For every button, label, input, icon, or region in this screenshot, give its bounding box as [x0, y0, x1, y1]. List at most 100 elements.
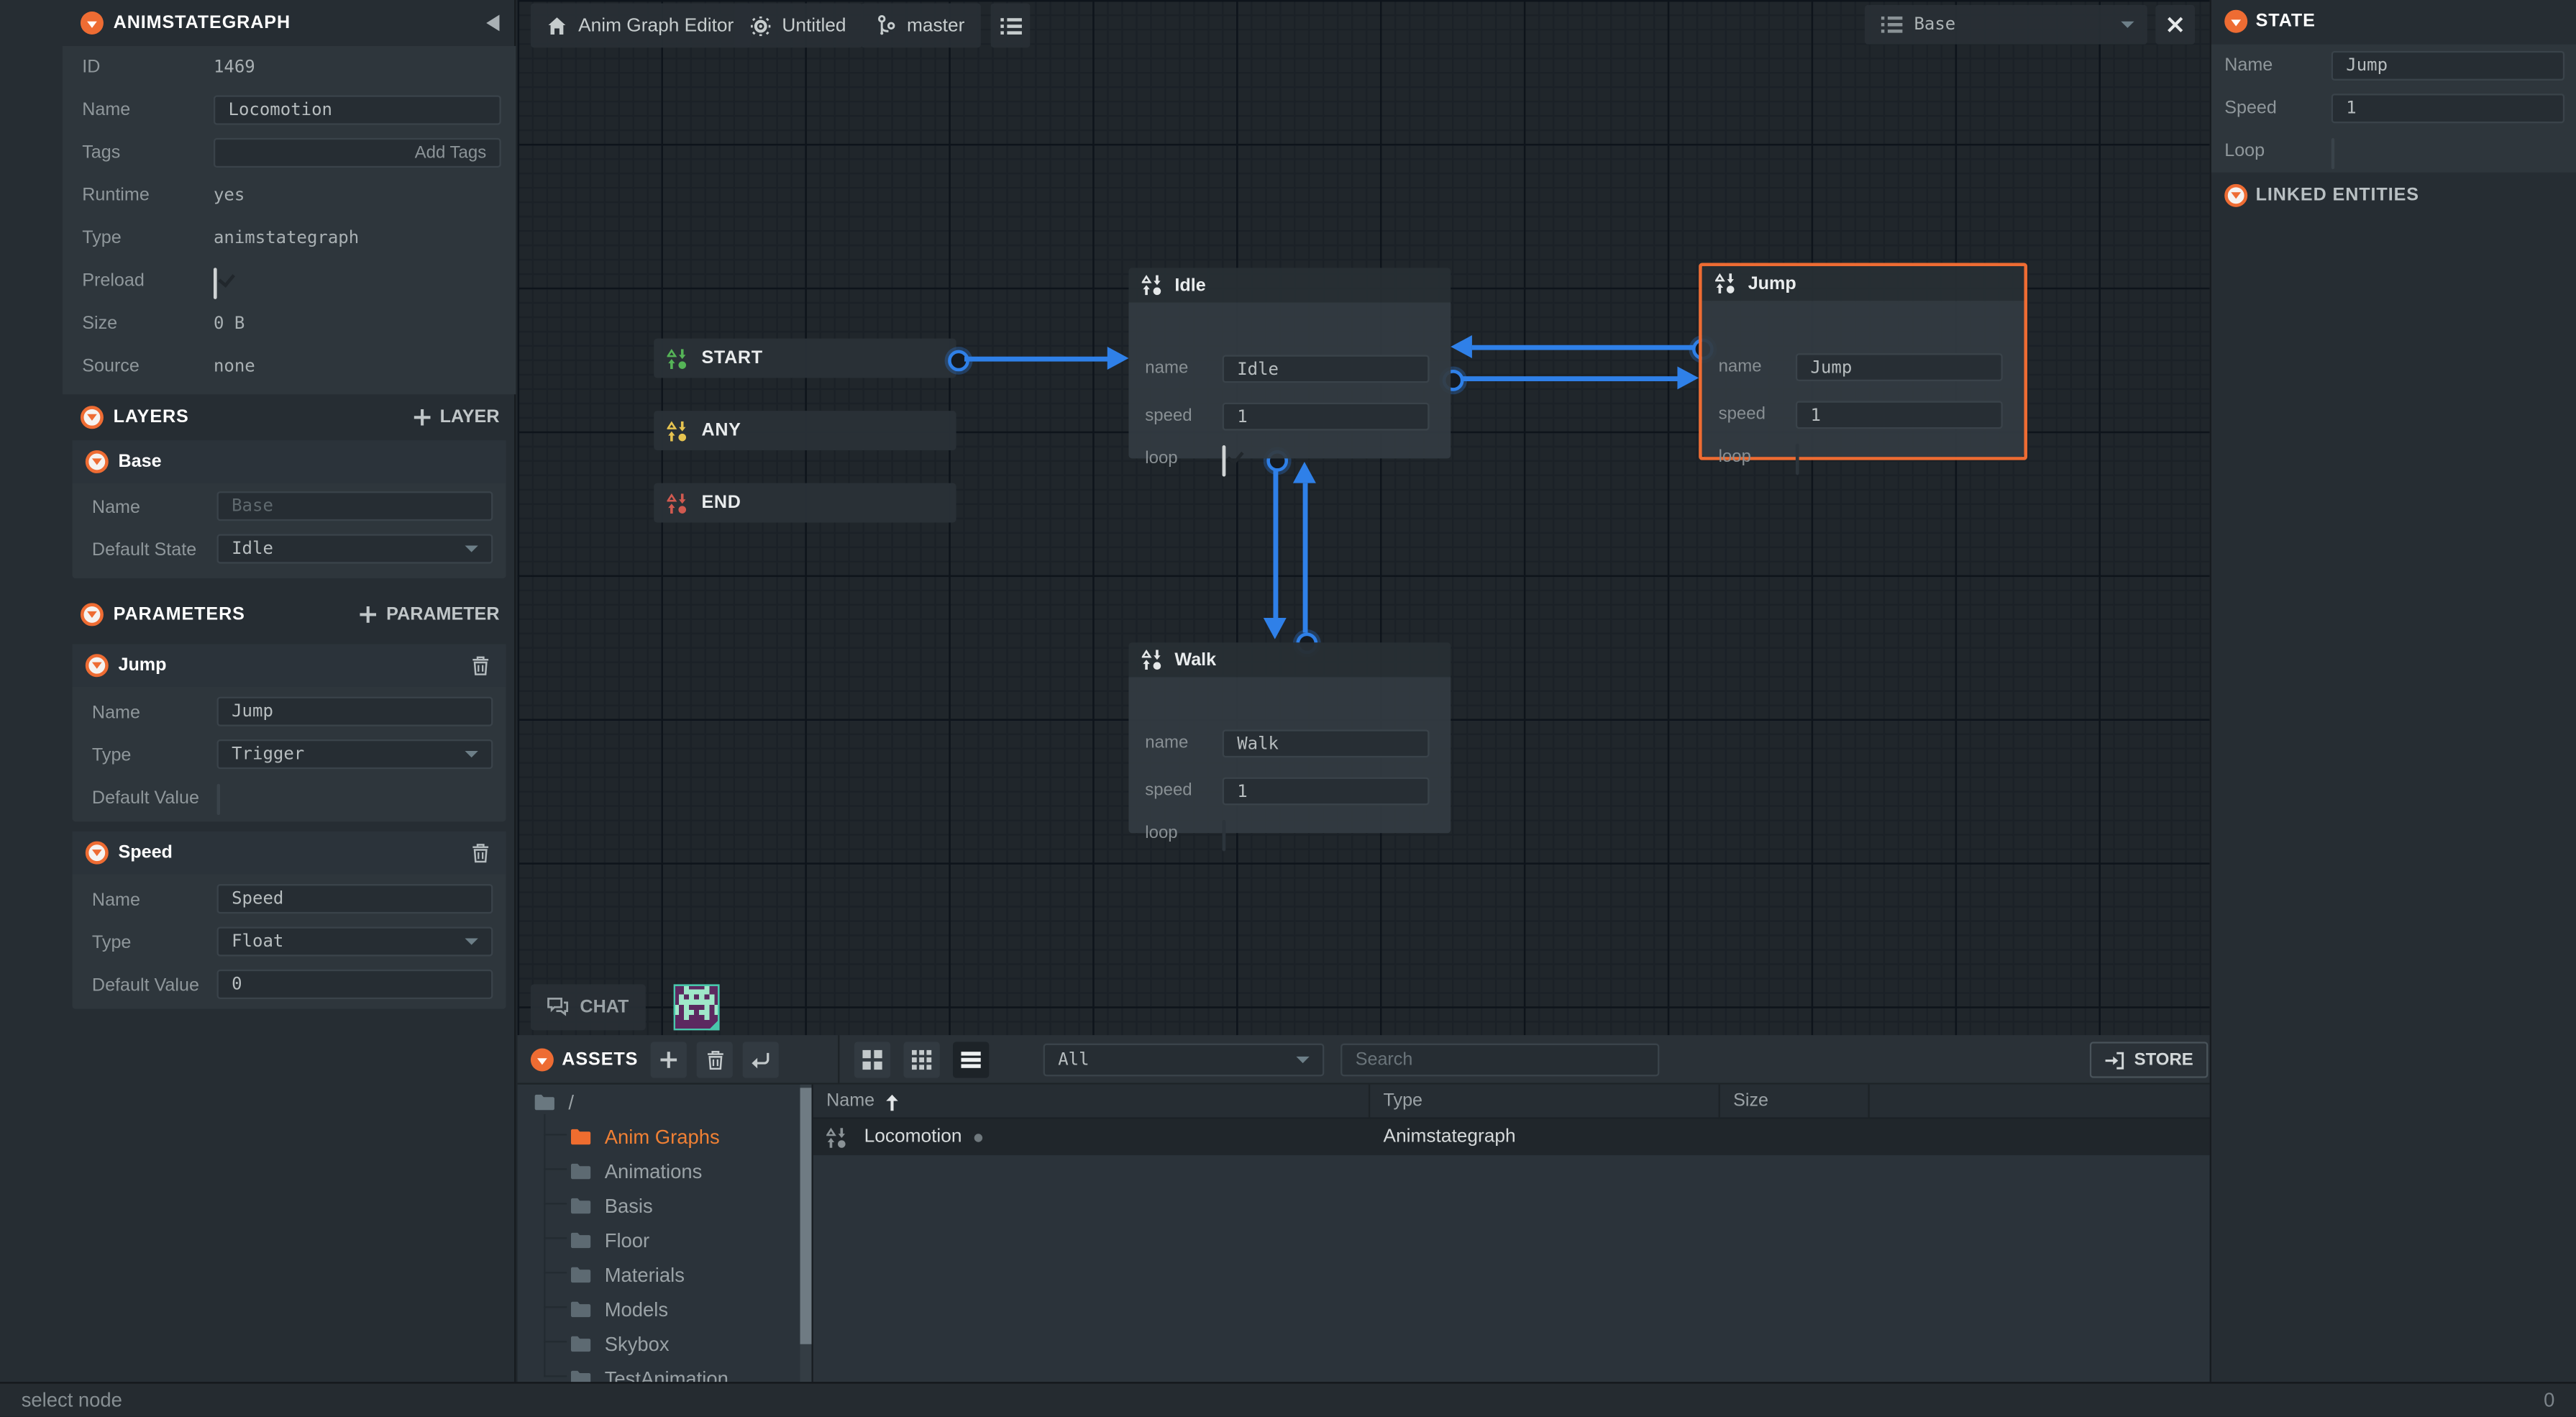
node-walk-name-input[interactable]: Walk — [1223, 729, 1430, 757]
tags-input[interactable]: Add Tags — [214, 138, 501, 168]
tree-item-skybox[interactable]: Skybox — [518, 1326, 800, 1361]
param-jump-type-select[interactable]: Trigger — [217, 739, 493, 769]
folder-icon — [570, 1300, 592, 1318]
view-list-button[interactable] — [953, 1042, 989, 1077]
column-name[interactable]: Name — [826, 1085, 899, 1119]
state-speed-input[interactable]: 1 — [2331, 94, 2564, 123]
node-idle-loop-checkbox[interactable] — [1223, 445, 1226, 476]
delete-parameter-icon[interactable] — [472, 843, 490, 862]
parameter-speed-header[interactable]: Speed — [73, 831, 506, 874]
state-fields: Name Jump Speed 1 Loop — [2211, 45, 2576, 173]
list-view-icon — [961, 1052, 980, 1068]
state-node-idle[interactable]: Idle name Idle speed 1 loop — [1128, 268, 1451, 458]
collapse-circle-icon[interactable] — [81, 12, 104, 35]
view-large-grid-button[interactable] — [854, 1042, 890, 1077]
gear-icon — [751, 16, 770, 35]
layer-name-input[interactable]: Base — [217, 491, 493, 521]
parameters-collapse-icon[interactable] — [81, 603, 104, 626]
parameter-jump-panel: Jump Name Jump Type Trigger Default Valu… — [73, 644, 506, 822]
param-type-label: Type — [92, 739, 132, 773]
parameter-jump-header[interactable]: Jump — [73, 644, 506, 687]
graph-node-end[interactable]: END — [654, 483, 956, 523]
status-counter[interactable]: 0 — [2544, 1384, 2554, 1417]
view-small-grid-button[interactable] — [903, 1042, 939, 1077]
param-speed-default-input[interactable]: 0 — [217, 970, 493, 999]
tree-item-basis[interactable]: Basis — [518, 1188, 800, 1223]
state-name-input[interactable]: Jump — [2331, 51, 2564, 81]
preload-checkbox[interactable] — [214, 268, 217, 299]
assets-title: ASSETS — [562, 1050, 638, 1070]
add-parameter-button[interactable]: PARAMETER — [360, 605, 500, 624]
trash-icon — [705, 1050, 723, 1070]
param-jump-name-input[interactable]: Jump — [217, 697, 493, 726]
parameter-jump-collapse-icon[interactable] — [86, 654, 109, 677]
animstategraph-icon — [667, 347, 689, 369]
tree-scrollbar-thumb[interactable] — [800, 1088, 812, 1344]
param-speed-name-input[interactable]: Speed — [217, 884, 493, 913]
state-node-idle-header[interactable]: Idle — [1128, 268, 1451, 302]
chat-button[interactable]: CHAT — [531, 984, 645, 1030]
graph-node-start[interactable]: START — [654, 339, 956, 378]
source-value: none — [214, 345, 255, 388]
delete-parameter-icon[interactable] — [472, 656, 490, 675]
state-collapse-icon[interactable] — [2224, 10, 2247, 33]
asset-search-input[interactable]: Search — [1340, 1044, 1659, 1077]
state-loop-checkbox[interactable] — [2331, 138, 2335, 169]
state-node-jump-header[interactable]: Jump — [1702, 266, 2024, 301]
add-layer-button[interactable]: LAYER — [414, 408, 499, 427]
assets-collapse-icon[interactable] — [531, 1049, 554, 1072]
graph-layer-selector[interactable]: Base — [1865, 5, 2147, 45]
asset-fields: ID 1469 Name Locomotion Tags Add Tags Ru… — [63, 46, 516, 394]
column-type[interactable]: Type — [1384, 1085, 1423, 1119]
state-node-walk[interactable]: Walk name Walk speed 1 loop — [1128, 642, 1451, 833]
column-size[interactable]: Size — [1733, 1085, 1768, 1119]
tree-item-anim-graphs[interactable]: Anim Graphs — [518, 1119, 800, 1154]
runtime-row: Runtime yes — [63, 174, 516, 217]
tree-item-floor[interactable]: Floor — [518, 1223, 800, 1257]
tree-item-materials[interactable]: Materials — [518, 1257, 800, 1292]
tree-item-models[interactable]: Models — [518, 1292, 800, 1326]
node-jump-speed-input[interactable]: 1 — [1796, 401, 2003, 429]
node-walk-loop-checkbox[interactable] — [1223, 820, 1226, 851]
graph-canvas[interactable]: Anim Graph Editor Untitled master Base S… — [518, 0, 2210, 1035]
linked-entities-collapse-icon[interactable] — [2224, 184, 2247, 207]
asset-type-filter[interactable]: All — [1043, 1044, 1325, 1077]
node-jump-loop-checkbox[interactable] — [1796, 444, 1799, 475]
layers-section-header[interactable]: LAYERS LAYER — [0, 394, 514, 440]
tree-item-animations[interactable]: Animations — [518, 1154, 800, 1188]
menu-list-button[interactable] — [991, 4, 1031, 48]
branch-button[interactable]: master — [861, 4, 981, 48]
node-idle-speed-input[interactable]: 1 — [1223, 403, 1430, 431]
node-walk-speed-input[interactable]: 1 — [1223, 778, 1430, 806]
editor-menu-button[interactable]: Anim Graph Editor — [531, 4, 750, 48]
close-graph-button[interactable] — [2155, 5, 2195, 45]
scene-settings-button[interactable]: Untitled — [734, 4, 862, 48]
param-jump-default-checkbox[interactable] — [217, 784, 221, 815]
state-node-walk-header[interactable]: Walk — [1128, 642, 1451, 677]
collapse-panel-icon[interactable] — [486, 15, 499, 32]
asset-row-locomotion[interactable]: Locomotion Animstategraph — [813, 1119, 2210, 1155]
animstategraph-section-header[interactable]: ANIMSTATEGRAPH — [0, 0, 514, 46]
delete-asset-button[interactable] — [697, 1042, 733, 1077]
layer-base-header[interactable]: Base — [73, 440, 506, 483]
parameter-speed-collapse-icon[interactable] — [86, 842, 109, 865]
default-state-select[interactable]: Idle — [217, 534, 493, 563]
name-input[interactable]: Locomotion — [214, 96, 501, 125]
state-section-header[interactable]: STATE — [2211, 0, 2576, 45]
state-inspector-panel: STATE Name Jump Speed 1 Loop LINKED ENTI… — [2210, 0, 2576, 1382]
node-idle-name-input[interactable]: Idle — [1223, 355, 1430, 383]
reimport-asset-button[interactable] — [743, 1042, 779, 1077]
store-button[interactable]: STORE — [2090, 1042, 2208, 1077]
parameters-section-header[interactable]: PARAMETERS PARAMETER — [0, 591, 514, 637]
add-asset-button[interactable] — [651, 1042, 687, 1077]
tree-item-root[interactable]: / — [518, 1085, 800, 1119]
linked-entities-header[interactable]: LINKED ENTITIES — [2211, 173, 2576, 219]
layer-base-collapse-icon[interactable] — [86, 450, 109, 473]
state-node-jump[interactable]: Jump name Jump speed 1 loop — [1699, 263, 2027, 460]
layers-collapse-icon[interactable] — [81, 406, 104, 429]
user-avatar[interactable] — [674, 984, 720, 1030]
node-jump-name-input[interactable]: Jump — [1796, 353, 2003, 381]
param-default-label: Default Value — [92, 782, 199, 815]
graph-node-any[interactable]: ANY — [654, 411, 956, 450]
param-speed-type-select[interactable]: Float — [217, 926, 493, 956]
